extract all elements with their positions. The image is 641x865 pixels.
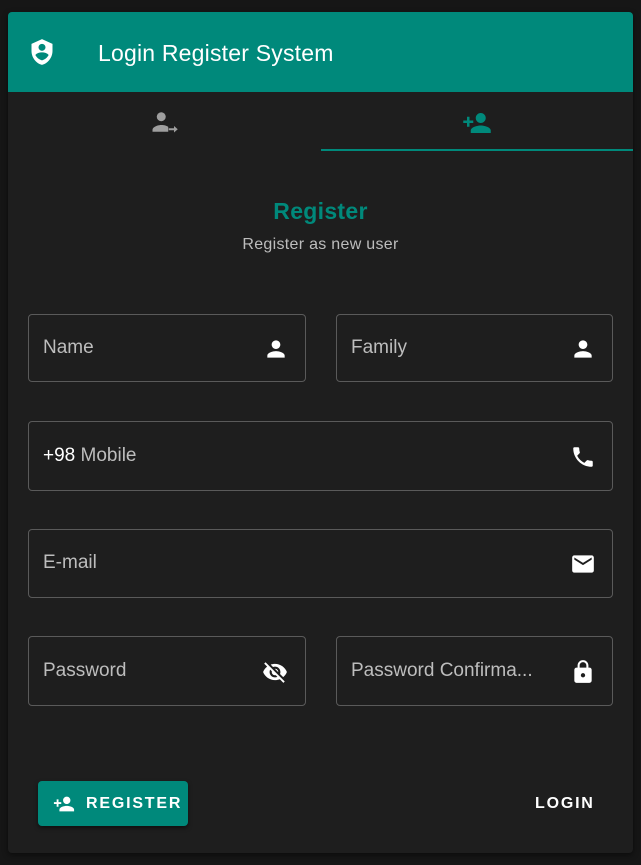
mobile-text: +98 Mobile xyxy=(43,445,137,467)
register-card: Login Register System Register Register … xyxy=(8,12,633,853)
visibility-off-icon[interactable] xyxy=(262,659,288,685)
password-placeholder: Password xyxy=(43,660,127,681)
email-field[interactable]: E-mail xyxy=(28,529,613,598)
mobile-field[interactable]: +98 Mobile xyxy=(28,421,613,491)
login-user-icon xyxy=(152,112,178,133)
form-title: Register xyxy=(273,198,368,224)
login-button-label: LOGIN xyxy=(535,795,595,812)
account-plus-icon xyxy=(463,113,491,133)
mail-icon xyxy=(572,555,594,573)
password-confirm-placeholder: Password Confirma... xyxy=(351,660,533,681)
name-field[interactable]: Name xyxy=(28,314,306,382)
password-confirm-field[interactable]: Password Confirma... xyxy=(336,636,613,706)
name-placeholder: Name xyxy=(43,337,94,358)
email-placeholder: E-mail xyxy=(43,552,97,573)
lock-icon xyxy=(574,660,592,683)
tab-register[interactable] xyxy=(321,92,633,152)
person-icon xyxy=(267,340,285,358)
app-bar: Login Register System xyxy=(8,12,633,92)
family-field[interactable]: Family xyxy=(336,314,613,382)
register-button[interactable]: REGISTER xyxy=(38,781,188,826)
country-code-prefix: +98 xyxy=(43,445,76,466)
mobile-placeholder: Mobile xyxy=(80,445,137,466)
shield-account-icon xyxy=(31,39,53,65)
tab-bar xyxy=(8,92,633,152)
form-subtitle: Register as new user xyxy=(242,236,399,253)
register-button-label: REGISTER xyxy=(86,795,183,812)
tab-indicator xyxy=(321,149,633,151)
person-icon xyxy=(574,340,592,358)
app-title: Login Register System xyxy=(98,40,334,66)
family-placeholder: Family xyxy=(351,337,407,358)
login-button[interactable]: LOGIN xyxy=(522,781,602,826)
password-field[interactable]: Password xyxy=(28,636,306,706)
account-plus-icon xyxy=(53,796,75,812)
tab-login[interactable] xyxy=(8,92,320,152)
phone-icon xyxy=(573,447,593,467)
